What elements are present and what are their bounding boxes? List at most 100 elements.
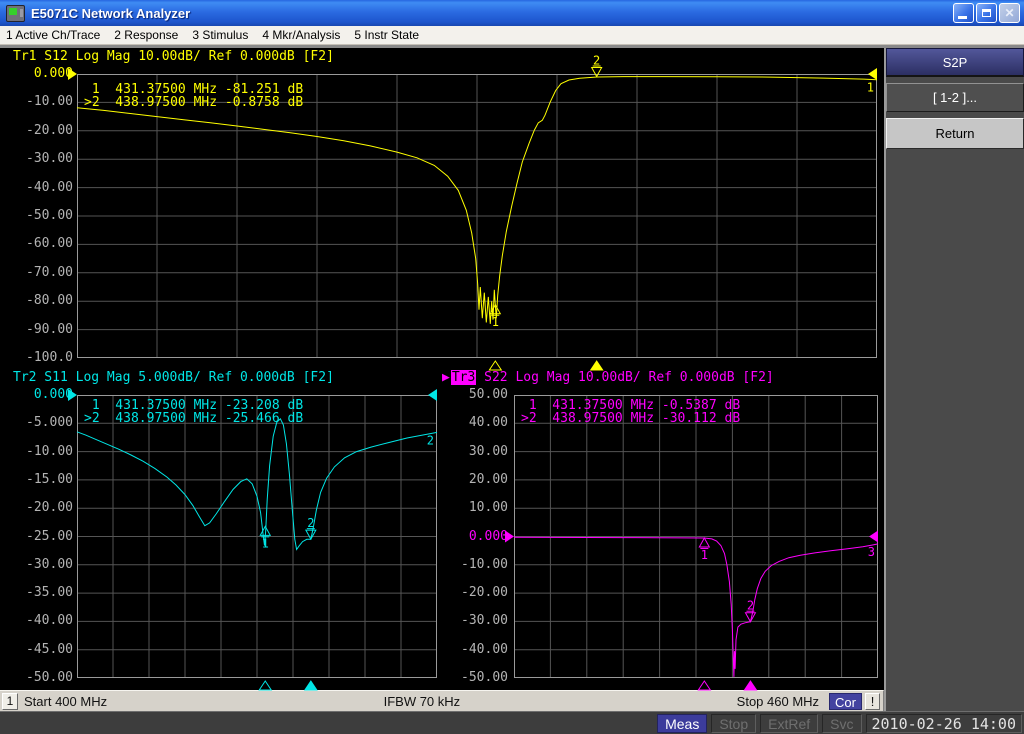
tr3-s22-marker-readout: >2 438.97500 MHz -30.112 dB — [521, 411, 740, 426]
ref-level-arrow-right-icon — [428, 389, 437, 401]
tr2-s11-ytick: -15.00 — [17, 472, 73, 487]
start-frequency-label: Start 400 MHz — [24, 694, 107, 709]
tr2-s11-ytick: -5.000 — [17, 415, 73, 430]
marker-2-stimulus-icon[interactable] — [591, 361, 603, 370]
tr2-s11-ytick: -50.00 — [17, 670, 73, 685]
marker-1-stimulus-icon[interactable] — [698, 681, 710, 690]
instr-status-bar: MeasStopExtRefSvc 2010-02-26 14:00 — [0, 711, 1024, 734]
tr2-s11-ytick: -35.00 — [17, 585, 73, 600]
status-extref: ExtRef — [760, 714, 818, 733]
menu-item-5-instr-state[interactable]: 5 Instr State — [354, 28, 419, 42]
marker-2-label: 2 — [747, 599, 754, 613]
marker-1-stimulus-icon[interactable] — [259, 681, 271, 690]
tr3-s22-ytick: 30.00 — [452, 444, 508, 459]
tr2-s11-ytick: -40.00 — [17, 613, 73, 628]
tr3-s22-ytick: -30.00 — [452, 613, 508, 628]
tr2-s11-header[interactable]: Tr2 S11 Log Mag 5.000dB/ Ref 0.000dB [F2… — [13, 370, 334, 385]
softkey-s2p[interactable]: S2P — [886, 48, 1024, 77]
trace-name: Tr3 — [451, 370, 476, 385]
menu-item-3-stimulus[interactable]: 3 Stimulus — [192, 28, 248, 42]
tr3-s22-ytick: 20.00 — [452, 472, 508, 487]
instrument-screen: Tr1 S12 Log Mag 10.00dB/ Ref 0.000dB [F2… — [0, 48, 884, 690]
datetime-display: 2010-02-26 14:00 — [866, 714, 1023, 733]
menu-item-4-mkr-analysis[interactable]: 4 Mkr/Analysis — [262, 28, 340, 42]
status-stop: Stop — [711, 714, 756, 733]
tr3-s22-ytick: -40.00 — [452, 642, 508, 657]
stop-frequency-label: Stop 460 MHz — [737, 694, 819, 709]
tr1-s12-ytick: 0.000 — [17, 66, 73, 81]
tr2-s11-marker-readout: >2 438.97500 MHz -25.466 dB — [84, 411, 303, 426]
tr3-s22-ytick: -20.00 — [452, 585, 508, 600]
marker-2-label: 2 — [593, 53, 600, 67]
tr2-s11-ytick: -10.00 — [17, 444, 73, 459]
tr2-s11-ytick: -45.00 — [17, 642, 73, 657]
tr1-s12-header[interactable]: Tr1 S12 Log Mag 10.00dB/ Ref 0.000dB [F2… — [13, 49, 334, 64]
softkey-return[interactable]: Return — [886, 118, 1024, 149]
marker-1-label: 1 — [262, 536, 269, 550]
tr1-s12-ytick: -90.00 — [17, 322, 73, 337]
tr3-s22-ytick: -50.00 — [452, 670, 508, 685]
window-title: E5071C Network Analyzer — [31, 6, 190, 21]
tr1-s12-ytick: -70.00 — [17, 265, 73, 280]
app-icon — [6, 5, 25, 22]
softkey-12[interactable]: [ 1-2 ]... — [886, 83, 1024, 112]
tr3-s22-ytick: 0.000 — [452, 529, 508, 544]
active-trace-arrow-icon: ▶ — [442, 370, 450, 385]
tr1-s12-ytick: -20.00 — [17, 123, 73, 138]
status-badges: MeasStopExtRefSvc — [657, 714, 861, 733]
softkey-panel: S2P [ 1-2 ]... Return — [884, 48, 1024, 711]
marker-1-stimulus-icon[interactable] — [489, 361, 501, 370]
alert-indicator: ! — [865, 693, 880, 710]
marker-1-label: 1 — [492, 315, 499, 329]
window-controls — [953, 3, 1024, 23]
ref-level-arrow-right-icon — [868, 68, 877, 80]
tr2-s11-ytick: -30.00 — [17, 557, 73, 572]
marker-2-label: 2 — [307, 516, 314, 530]
title-bar: E5071C Network Analyzer — [0, 0, 1024, 26]
tr1-s12-ytick: -40.00 — [17, 180, 73, 195]
marker-2-stimulus-icon[interactable] — [305, 681, 317, 690]
app-window: E5071C Network Analyzer 1 Active Ch/Trac… — [0, 0, 1024, 734]
close-button[interactable] — [999, 3, 1020, 23]
tr2-s11-plot[interactable]: 1 2 2 — [77, 395, 437, 678]
marker-1-label: 1 — [701, 548, 708, 562]
tr1-s12-marker-readout: >2 438.97500 MHz -0.8758 dB — [84, 95, 303, 110]
channel-number-box: 1 — [2, 693, 18, 710]
status-meas: Meas — [657, 714, 707, 733]
marker-2-stimulus-icon[interactable] — [744, 681, 756, 690]
menu-item-1-active-ch-trace[interactable]: 1 Active Ch/Trace — [6, 28, 100, 42]
tr2-s11-ytick: 0.000 — [17, 387, 73, 402]
tr3-s22-header[interactable]: ▶Tr3 S22 Log Mag 10.00dB/ Ref 0.000dB [F… — [442, 370, 774, 385]
status-bar: 1 Start 400 MHz IFBW 70 kHz Stop 460 MHz… — [0, 690, 884, 711]
tr3-s22-plot[interactable]: 1 2 3 — [514, 395, 878, 678]
restore-icon — [982, 9, 991, 17]
tr1-s12-ytick: -10.00 — [17, 94, 73, 109]
tr2-s11-end-label: 2 — [427, 433, 434, 447]
tr1-s12-ytick: -30.00 — [17, 151, 73, 166]
menu-item-2-response[interactable]: 2 Response — [114, 28, 178, 42]
tr3-s22-ytick: 40.00 — [452, 415, 508, 430]
tr3-s22-end-label: 3 — [868, 545, 875, 559]
tr3-s22-ytick: 10.00 — [452, 500, 508, 515]
tr3-s22-ytick: 50.00 — [452, 387, 508, 402]
tr1-s12-ytick: -60.00 — [17, 236, 73, 251]
tr2-s11-ytick: -20.00 — [17, 500, 73, 515]
content-area: Tr1 S12 Log Mag 10.00dB/ Ref 0.000dB [F2… — [0, 45, 1024, 711]
tr1-s12-plot[interactable]: 121 — [77, 74, 877, 358]
correction-badge: Cor — [829, 693, 862, 710]
tr1-s12-ytick: -50.00 — [17, 208, 73, 223]
ifbw-label: IFBW 70 kHz — [384, 694, 461, 709]
menu-bar: 1 Active Ch/Trace 2 Response 3 Stimulus 4 M… — [0, 26, 1024, 45]
minimize-button[interactable] — [953, 3, 974, 23]
minimize-icon — [958, 16, 967, 19]
tr1-s12-ytick: -80.00 — [17, 293, 73, 308]
trace-format-label: S22 Log Mag 10.00dB/ Ref 0.000dB [F2] — [476, 370, 773, 385]
marker-1-symbol-icon — [699, 538, 709, 547]
tr1-s12-ytick: -100.0 — [17, 350, 73, 365]
restore-button[interactable] — [976, 3, 997, 23]
tr1-s12-end-label: 1 — [867, 81, 874, 95]
ref-level-arrow-right-icon — [869, 531, 878, 543]
marker-2-symbol-icon — [592, 67, 602, 76]
tr3-s22-ytick: -10.00 — [452, 557, 508, 572]
tr2-s11-ytick: -25.00 — [17, 529, 73, 544]
